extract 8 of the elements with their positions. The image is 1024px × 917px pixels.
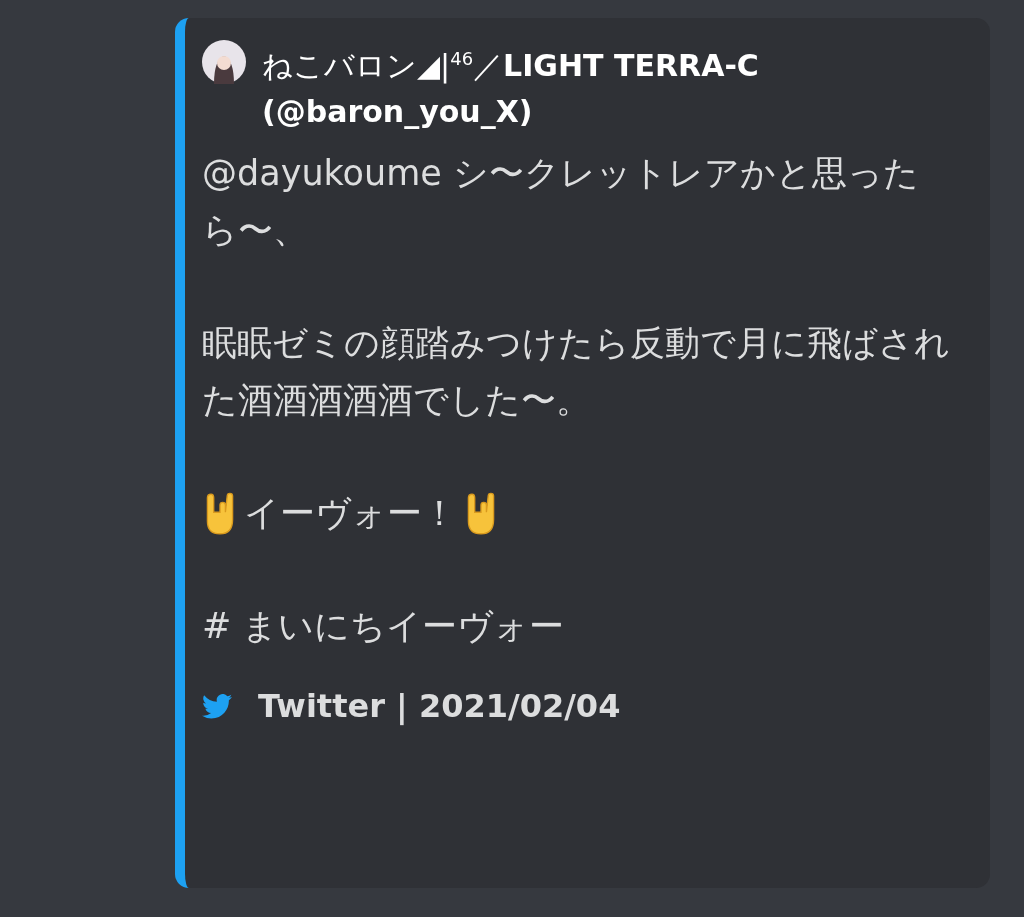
tweet-text: # まいにちイーヴォー <box>202 605 566 648</box>
footer-text: Twitter | 2021/02/04 <box>258 687 621 725</box>
bird-icon <box>202 693 232 719</box>
tweet-text: @dayukoume シ〜クレットレアかと思ったら〜、 <box>202 152 920 252</box>
tweet-text: 眠眠ゼミの顔踏みつけたら反動で月に飛ばされた酒酒酒酒酒でした〜。 <box>202 322 951 422</box>
avatar-icon <box>202 40 246 84</box>
author-name[interactable]: ねこバロン◢|$^{46}$／LIGHT TERRA-C (@baron_you_X) <box>262 36 882 135</box>
tweet-text: イーヴォー！ <box>244 492 457 535</box>
